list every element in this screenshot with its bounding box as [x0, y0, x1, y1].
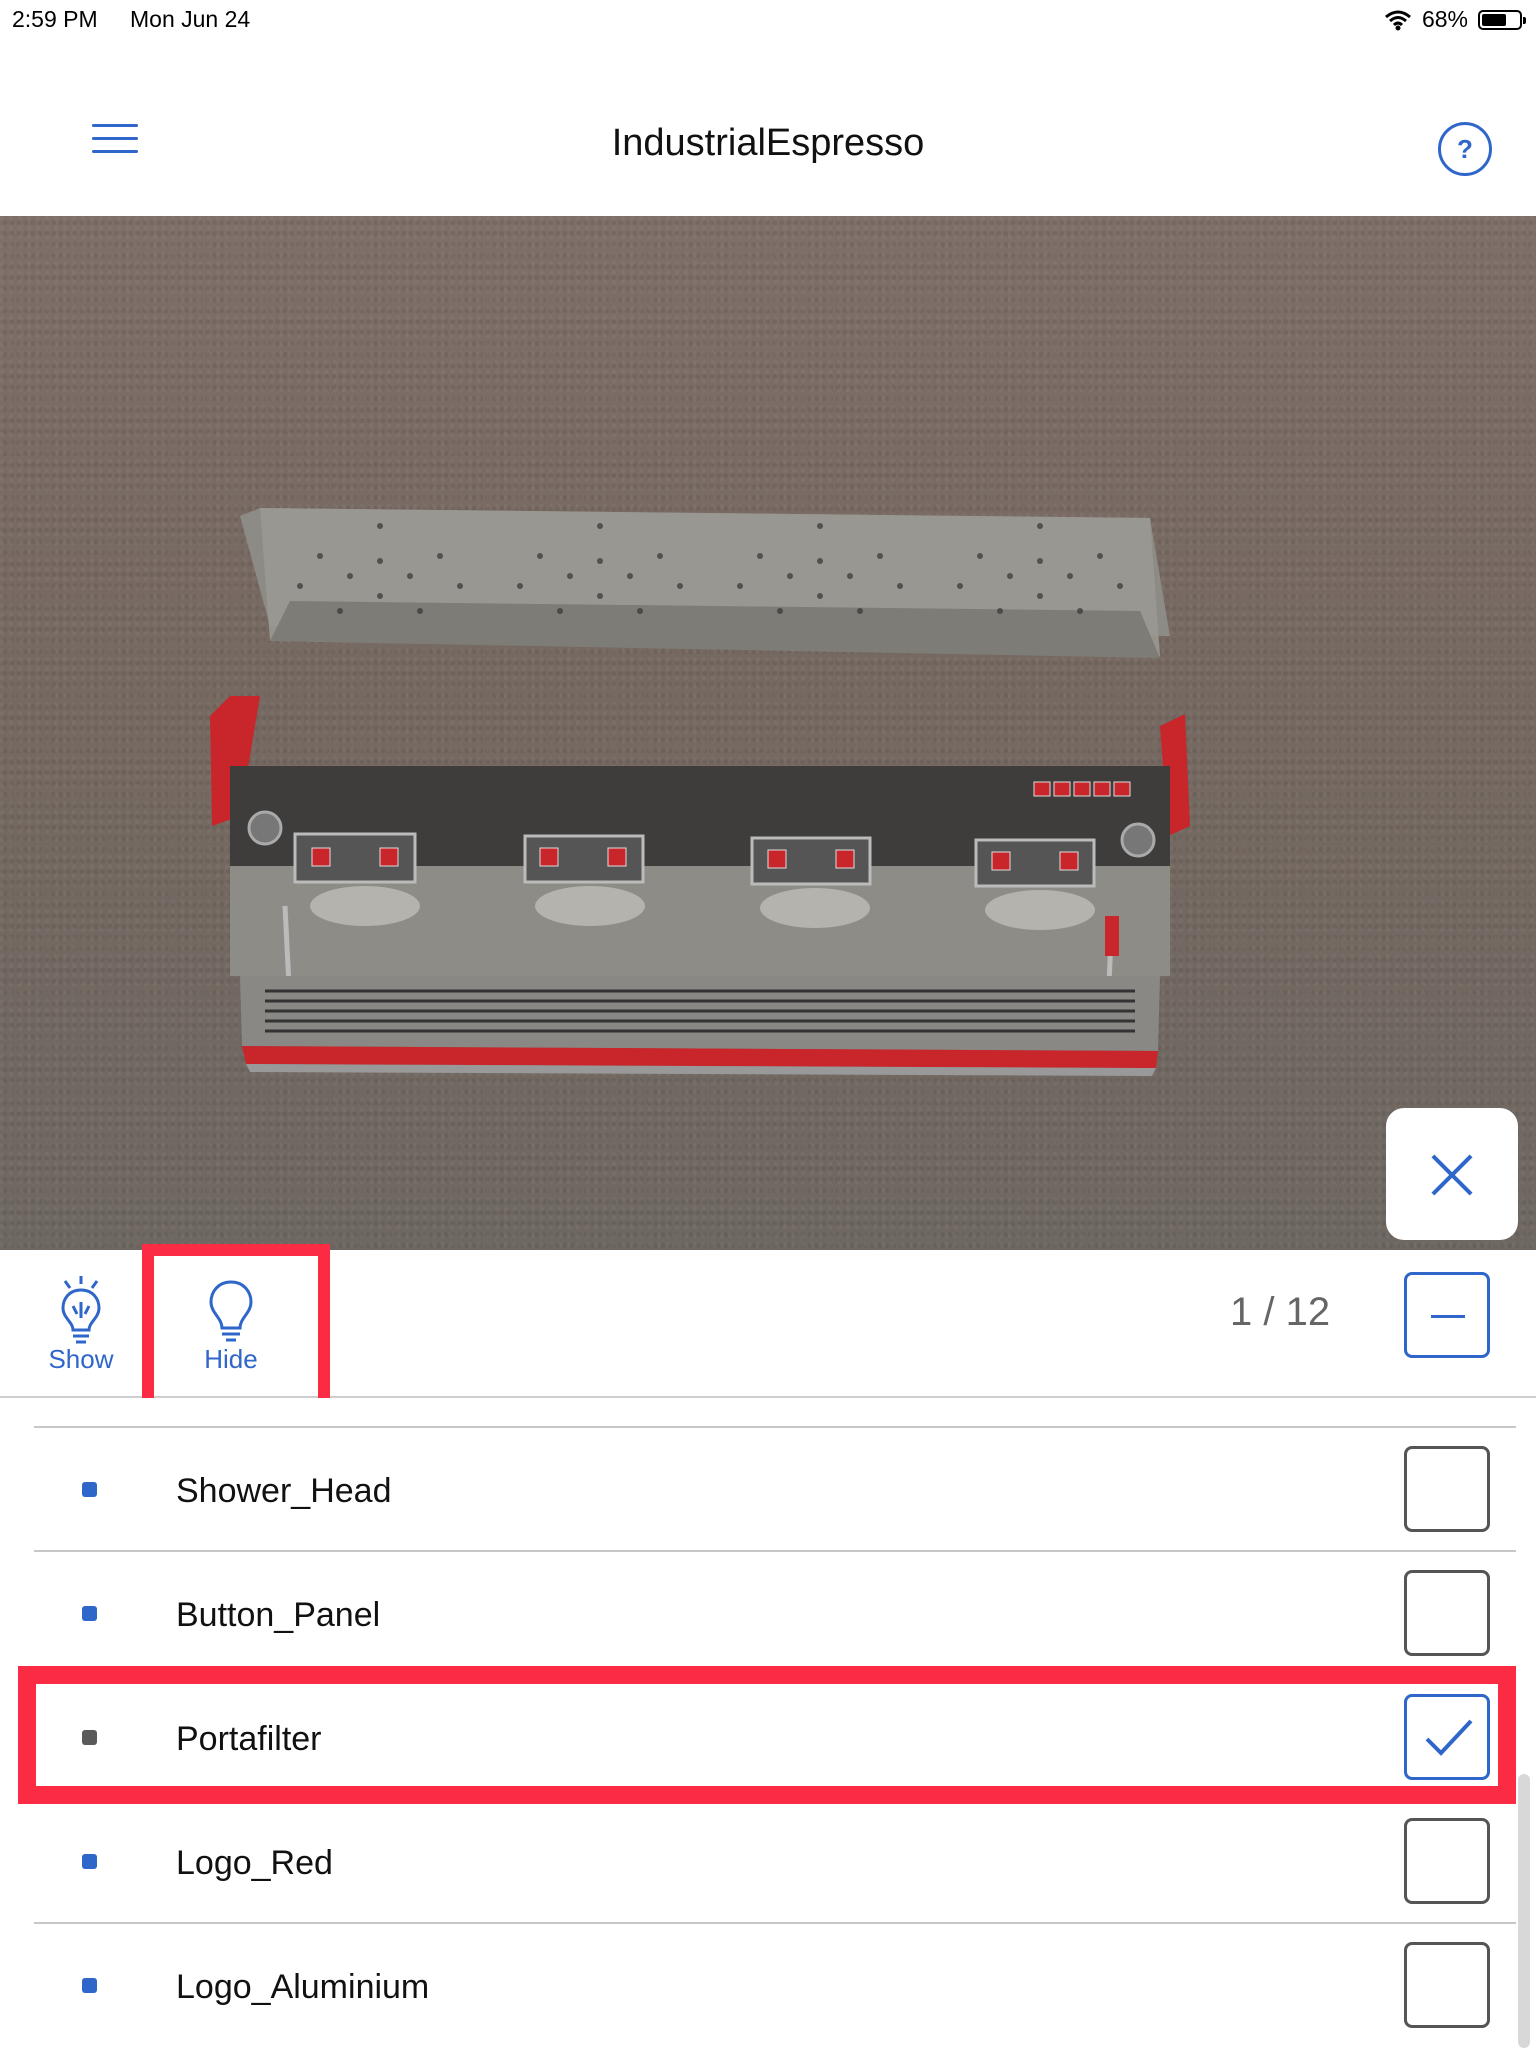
page-title: IndustrialEspresso: [611, 122, 925, 164]
status-date: Mon Jun 24: [130, 6, 251, 32]
list-item[interactable]: Logo_Red: [34, 1798, 1516, 1922]
app-header: IndustrialEspresso ?: [0, 40, 1536, 216]
wifi-icon: [1384, 10, 1411, 30]
close-icon[interactable]: [1386, 1108, 1518, 1240]
list-item[interactable]: Logo_Aluminium: [34, 1922, 1516, 2046]
part-checkbox[interactable]: [1404, 1942, 1490, 2028]
show-label: Show: [48, 1344, 114, 1374]
part-label: Shower_Head: [176, 1472, 392, 1510]
status-dot: [82, 1482, 97, 1497]
part-label: Button_Panel: [176, 1596, 381, 1634]
minus-icon[interactable]: [1404, 1272, 1490, 1358]
list-item[interactable]: Shower_Head: [34, 1426, 1516, 1550]
help-icon[interactable]: ?: [1438, 122, 1492, 176]
battery-fill: [1482, 13, 1507, 26]
espresso-machine-model: [210, 508, 1190, 1076]
status-bar: 2:59 PM Mon Jun 24 68%: [0, 0, 1536, 40]
list-scrollbar[interactable]: [1518, 1774, 1530, 2048]
ar-viewport[interactable]: [0, 216, 1536, 1250]
part-label: Logo_Red: [176, 1844, 333, 1882]
part-checkbox[interactable]: [1404, 1446, 1490, 1532]
lightbulb-on-icon: [61, 1276, 101, 1344]
status-dot: [82, 1730, 97, 1745]
status-dot: [82, 1854, 97, 1869]
list-item[interactable]: Button_Panel: [34, 1550, 1516, 1674]
show-button[interactable]: Show: [26, 1272, 136, 1382]
hide-button-highlight: [142, 1244, 330, 1412]
part-checkbox[interactable]: [1404, 1570, 1490, 1656]
part-label: Logo_Aluminium: [176, 1968, 430, 2006]
list-item[interactable]: Portafilter: [34, 1674, 1516, 1798]
parts-list: Shower_Head Button_Panel Portafilter Log…: [0, 1398, 1536, 2048]
item-counter: 1 / 12: [1230, 1290, 1331, 1334]
battery-percent: 68%: [1421, 6, 1468, 32]
status-time: 2:59 PM: [12, 6, 98, 32]
status-dot: [82, 1606, 97, 1621]
part-label: Portafilter: [176, 1720, 322, 1758]
checkmark-icon: [1425, 1719, 1473, 1756]
battery-icon: [1478, 9, 1526, 30]
part-checkbox[interactable]: [1404, 1818, 1490, 1904]
status-right: 68%: [1384, 6, 1526, 33]
status-dot: [82, 1978, 97, 1993]
part-checkbox[interactable]: [1404, 1694, 1490, 1780]
